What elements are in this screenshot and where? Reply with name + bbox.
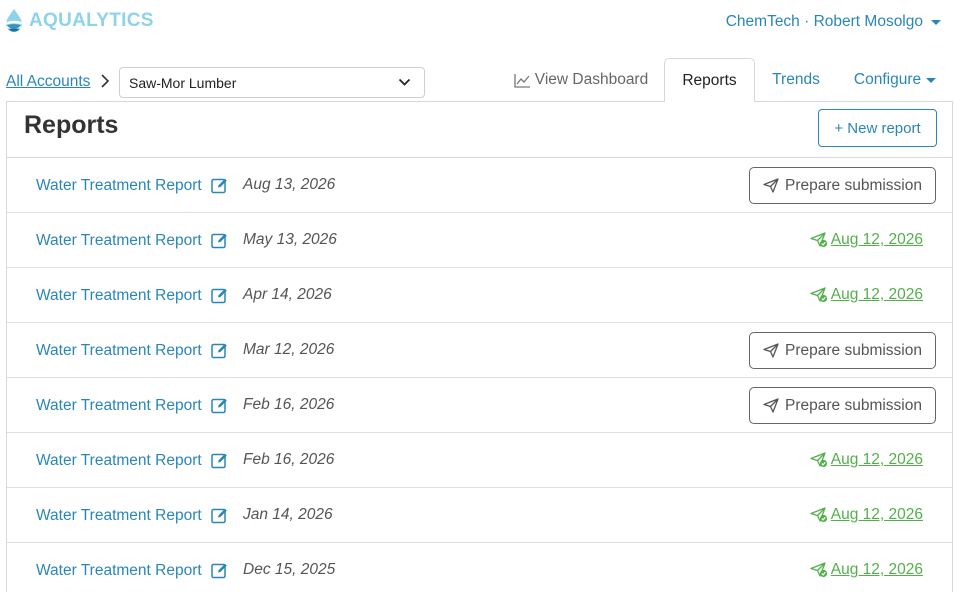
submission-date-link[interactable]: Aug 12, 2026 (810, 506, 923, 524)
tab-configure-label: Configure (853, 71, 922, 88)
edit-icon[interactable] (211, 287, 228, 304)
app-logo[interactable]: AQUALYTICS (4, 8, 154, 34)
tab-reports[interactable]: Reports (664, 58, 755, 102)
edit-icon[interactable] (211, 562, 228, 579)
reports-panel-header: Reports + New report (7, 102, 952, 158)
report-row: Water Treatment Report Apr 14, 2026 Aug … (7, 268, 952, 323)
tab-trends-label: Trends (772, 71, 820, 88)
prepare-submission-label: Prepare submission (785, 396, 922, 414)
paper-plane-icon (763, 343, 779, 358)
tab-configure[interactable]: Configure (845, 58, 945, 102)
report-name-link[interactable]: Water Treatment Report (36, 287, 202, 305)
chevron-down-icon (398, 78, 411, 86)
account-select[interactable]: Saw-Mor Lumber (119, 67, 425, 98)
report-name-link[interactable]: Water Treatment Report (36, 177, 202, 195)
report-date: Feb 16, 2026 (243, 451, 335, 468)
report-name-link[interactable]: Water Treatment Report (36, 452, 202, 470)
caret-down-icon (931, 19, 941, 25)
tab-trends[interactable]: Trends (760, 58, 832, 102)
report-date: Feb 16, 2026 (243, 396, 335, 413)
submission-date-link[interactable]: Aug 12, 2026 (810, 231, 923, 249)
report-name-link[interactable]: Water Treatment Report (36, 232, 202, 250)
sent-check-icon (810, 452, 827, 468)
edit-icon[interactable] (211, 507, 228, 524)
report-row: Water Treatment Report Mar 12, 2026 Prep… (7, 323, 952, 378)
sent-check-icon (810, 232, 827, 248)
report-row: Water Treatment Report Jan 14, 2026 Aug … (7, 488, 952, 543)
report-name-link[interactable]: Water Treatment Report (36, 342, 202, 360)
report-date: Apr 14, 2026 (243, 286, 332, 303)
report-row: Water Treatment Report Feb 16, 2026 Prep… (7, 378, 952, 433)
submission-date-link[interactable]: Aug 12, 2026 (810, 451, 923, 469)
breadcrumb-all-accounts-link[interactable]: All Accounts (6, 73, 90, 91)
submission-date-label: Aug 12, 2026 (830, 506, 923, 523)
sent-check-icon (810, 562, 827, 578)
submission-date-link[interactable]: Aug 12, 2026 (810, 561, 923, 579)
report-row: Water Treatment Report Dec 15, 2025 Aug … (7, 543, 952, 592)
caret-down-icon (926, 77, 937, 83)
submission-date-label: Aug 12, 2026 (830, 231, 923, 248)
report-date: Aug 13, 2026 (243, 176, 336, 193)
edit-icon[interactable] (211, 177, 228, 194)
tab-reports-label: Reports (682, 71, 737, 89)
edit-icon[interactable] (211, 452, 228, 469)
edit-icon[interactable] (211, 232, 228, 249)
tab-view-dashboard-label: View Dashboard (534, 71, 649, 88)
submission-date-link[interactable]: Aug 12, 2026 (810, 286, 923, 304)
report-date: May 13, 2026 (243, 231, 337, 248)
submission-date-label: Aug 12, 2026 (830, 561, 923, 578)
tab-view-dashboard[interactable]: View Dashboard (505, 58, 657, 102)
edit-icon[interactable] (211, 397, 228, 414)
prepare-submission-button[interactable]: Prepare submission (749, 332, 936, 369)
report-name-link[interactable]: Water Treatment Report (36, 507, 202, 525)
prepare-submission-label: Prepare submission (785, 341, 922, 359)
submission-date-label: Aug 12, 2026 (830, 451, 923, 468)
top-header: AQUALYTICS ChemTech · Robert Mosolgo (0, 0, 954, 44)
submission-date-label: Aug 12, 2026 (830, 286, 923, 303)
report-date: Dec 15, 2025 (243, 561, 336, 578)
report-name-link[interactable]: Water Treatment Report (36, 397, 202, 415)
paper-plane-icon (763, 398, 779, 413)
report-row: Water Treatment Report Aug 13, 2026 Prep… (7, 158, 952, 213)
page-title: Reports (24, 111, 119, 139)
navigation-row: All Accounts Saw-Mor Lumber View Dashboa… (0, 58, 954, 102)
prepare-submission-button[interactable]: Prepare submission (749, 387, 936, 424)
account-select-value: Saw-Mor Lumber (129, 75, 237, 91)
report-date: Jan 14, 2026 (243, 506, 333, 523)
sent-check-icon (810, 287, 827, 303)
line-chart-icon (514, 73, 530, 88)
edit-icon[interactable] (211, 342, 228, 359)
report-row: Water Treatment Report May 13, 2026 Aug … (7, 213, 952, 268)
reports-panel: Reports + New report Water Treatment Rep… (6, 101, 953, 592)
paper-plane-icon (763, 178, 779, 193)
water-drop-logo-icon (6, 9, 22, 32)
report-date: Mar 12, 2026 (243, 341, 335, 358)
report-name-link[interactable]: Water Treatment Report (36, 562, 202, 580)
sent-check-icon (810, 507, 827, 523)
prepare-submission-label: Prepare submission (785, 176, 922, 194)
reports-list: Water Treatment Report Aug 13, 2026 Prep… (7, 158, 952, 592)
user-menu-label: ChemTech · Robert Mosolgo (725, 13, 923, 30)
chevron-right-icon (101, 74, 110, 88)
prepare-submission-button[interactable]: Prepare submission (749, 167, 936, 204)
app-name: AQUALYTICS (29, 10, 154, 31)
user-menu-dropdown[interactable]: ChemTech · Robert Mosolgo (726, 13, 941, 31)
new-report-button[interactable]: + New report (818, 109, 937, 147)
report-row: Water Treatment Report Feb 16, 2026 Aug … (7, 433, 952, 488)
